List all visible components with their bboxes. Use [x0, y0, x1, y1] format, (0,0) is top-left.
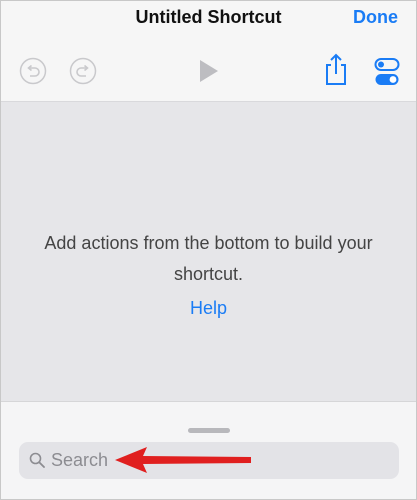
- settings-toggle-icon[interactable]: [374, 57, 400, 87]
- sheet-grabber-handle[interactable]: [188, 428, 230, 433]
- annotation-arrow-icon: [113, 443, 253, 477]
- shortcut-editor-area: Add actions from the bottom to build you…: [1, 102, 416, 399]
- redo-icon[interactable]: [69, 57, 97, 85]
- help-link[interactable]: Help: [190, 298, 227, 318]
- play-icon[interactable]: [197, 58, 221, 84]
- done-button[interactable]: Done: [353, 7, 398, 28]
- navigation-bar: Untitled Shortcut Done: [1, 1, 416, 102]
- empty-state-message: Add actions from the bottom to build you…: [44, 233, 373, 284]
- share-icon[interactable]: [323, 53, 349, 87]
- search-icon: [29, 452, 45, 468]
- app-window: Untitled Shortcut Done Add actions from …: [0, 0, 417, 500]
- undo-icon[interactable]: [19, 57, 47, 85]
- search-placeholder: Search: [51, 450, 109, 470]
- help-link-row: Help: [1, 298, 416, 319]
